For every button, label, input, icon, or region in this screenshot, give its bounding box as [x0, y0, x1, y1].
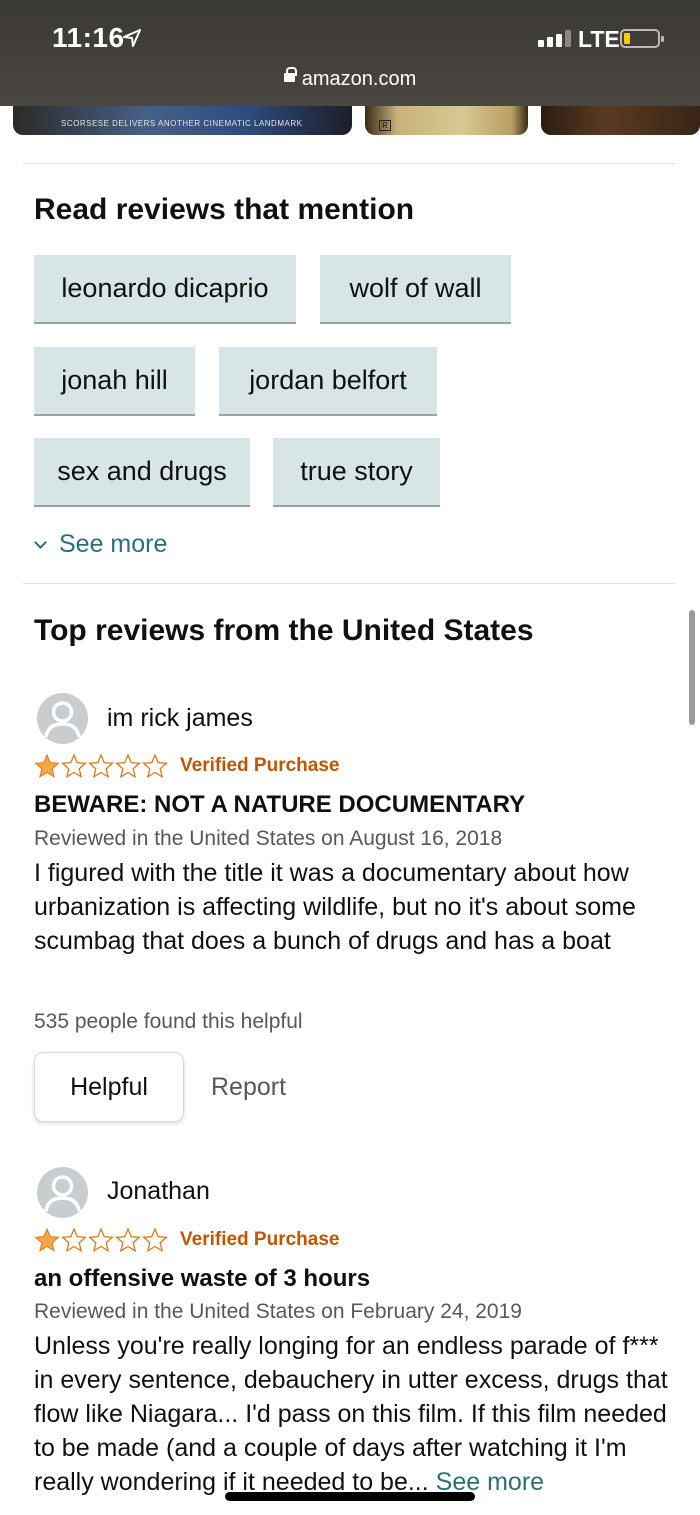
helpful-count: 535 people found this helpful [34, 1010, 303, 1033]
review-body-text: Unless you're really longing for an endl… [34, 1332, 668, 1496]
star-empty-icon [61, 1227, 87, 1253]
user-icon [44, 1175, 81, 1212]
review-meta: Reviewed in the United States on August … [34, 827, 503, 850]
star-empty-icon [142, 1227, 168, 1253]
network-type: LTE [578, 26, 620, 52]
mention-chip[interactable]: jordan belfort [219, 347, 437, 416]
address-bar[interactable]: amazon.com [0, 67, 700, 91]
star-empty-icon [115, 753, 141, 779]
star-rating [34, 1227, 168, 1253]
signal-strength-icon [538, 30, 571, 47]
mentions-title: Read reviews that mention [34, 193, 415, 226]
star-empty-icon [88, 1227, 114, 1253]
url-text: amazon.com [301, 68, 417, 90]
mention-chip[interactable]: wolf of wall [320, 255, 511, 324]
divider [23, 163, 676, 164]
status-bar: 11:16 LTE amazon.com [0, 0, 700, 106]
report-link[interactable]: Report [211, 1073, 286, 1102]
review-body: Unless you're really longing for an endl… [34, 1329, 674, 1515]
see-more-mentions-link[interactable]: See more [32, 530, 167, 559]
avatar [37, 1167, 88, 1218]
review-body: I figured with the title it was a docume… [34, 859, 636, 955]
divider [23, 583, 676, 584]
see-more-label: See more [59, 530, 168, 558]
lock-icon [283, 67, 297, 86]
poster-tagline: SCORSESE DELIVERS ANOTHER CINEMATIC LAND… [61, 119, 303, 128]
top-reviews-title: Top reviews from the United States [34, 614, 534, 647]
scrollbar[interactable] [689, 610, 695, 725]
user-icon [44, 701, 81, 738]
star-empty-icon [88, 753, 114, 779]
battery-icon [620, 29, 664, 48]
reviewer-name[interactable]: im rick james [107, 704, 253, 733]
product-image-1[interactable]: SCORSESE DELIVERS ANOTHER CINEMATIC LAND… [13, 106, 352, 135]
review-meta: Reviewed in the United States on Februar… [34, 1300, 522, 1323]
location-arrow-icon [123, 29, 141, 47]
home-indicator[interactable] [225, 1492, 475, 1501]
verified-purchase-badge: Verified Purchase [180, 1229, 340, 1250]
product-image-3[interactable] [541, 106, 700, 135]
product-image-2[interactable]: R [365, 106, 528, 135]
rating-mark: R [379, 120, 391, 131]
review-title[interactable]: an offensive waste of 3 hours [34, 1265, 370, 1293]
avatar [37, 693, 88, 744]
review-title[interactable]: BEWARE: NOT A NATURE DOCUMENTARY [34, 791, 525, 819]
star-filled-icon [34, 1227, 60, 1252]
mention-chip[interactable]: jonah hill [34, 347, 195, 416]
helpful-button[interactable]: Helpful [34, 1052, 184, 1122]
star-filled-icon [34, 753, 60, 778]
star-empty-icon [142, 753, 168, 779]
chevron-down-icon [34, 536, 47, 549]
mention-chip[interactable]: sex and drugs [34, 438, 250, 507]
mention-chip[interactable]: leonardo dicaprio [34, 255, 296, 324]
status-time: 11:16 [52, 22, 125, 53]
star-rating [34, 753, 168, 779]
verified-purchase-badge: Verified Purchase [180, 755, 340, 776]
reviewer-name[interactable]: Jonathan [107, 1177, 210, 1206]
mention-chip[interactable]: true story [273, 438, 440, 507]
star-empty-icon [115, 1227, 141, 1253]
star-empty-icon [61, 753, 87, 779]
